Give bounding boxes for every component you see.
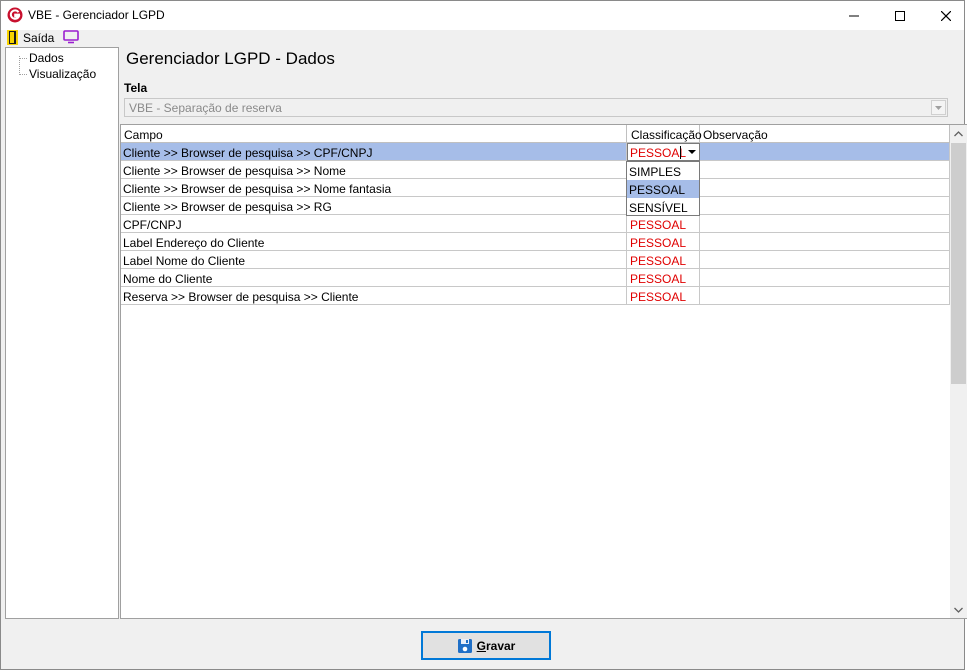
column-header-observacao[interactable]: Observação <box>700 125 950 143</box>
text-caret <box>680 146 681 159</box>
cell-observacao[interactable] <box>700 251 950 269</box>
cell-campo[interactable]: Label Endereço do Cliente <box>121 233 627 251</box>
cell-classificacao[interactable]: PESSOAL <box>627 215 700 233</box>
cell-observacao[interactable] <box>700 179 950 197</box>
dropdown-option-sensivel[interactable]: SENSÍVEL <box>627 198 699 216</box>
table-row[interactable]: Cliente >> Browser de pesquisa >> Nome <box>121 161 950 179</box>
table-row[interactable]: CPF/CNPJ PESSOAL <box>121 215 950 233</box>
page-title: Gerenciador LGPD - Dados <box>126 49 335 68</box>
chevron-down-icon <box>687 150 696 154</box>
tree-item-visualizacao[interactable]: Visualização <box>19 67 115 81</box>
fields-grid[interactable]: Campo Classificação Observação Cliente >… <box>120 124 967 619</box>
cell-campo[interactable]: Reserva >> Browser de pesquisa >> Client… <box>121 287 627 305</box>
table-row[interactable]: Label Nome do Cliente PESSOAL <box>121 251 950 269</box>
classification-combo-value: PESSOAL <box>630 146 687 160</box>
cell-campo[interactable]: Cliente >> Browser de pesquisa >> Nome f… <box>121 179 627 197</box>
cell-observacao[interactable] <box>700 197 950 215</box>
maximize-button[interactable] <box>877 1 923 30</box>
grid-header: Campo Classificação Observação <box>121 125 950 143</box>
door-exit-icon[interactable] <box>7 30 18 45</box>
chevron-up-icon <box>954 130 963 136</box>
close-icon <box>941 10 951 21</box>
column-header-classificacao[interactable]: Classificação <box>627 125 702 143</box>
cell-classificacao[interactable]: PESSOAL <box>627 287 700 305</box>
tela-select-value: VBE - Separação de reserva <box>129 101 282 115</box>
cell-campo[interactable]: Cliente >> Browser de pesquisa >> Nome <box>121 161 627 179</box>
column-header-campo[interactable]: Campo <box>121 125 627 143</box>
tree-item-label: Visualização <box>29 67 97 81</box>
table-row[interactable]: Label Endereço do Cliente PESSOAL <box>121 233 950 251</box>
minimize-icon <box>849 15 859 16</box>
floppy-disk-icon <box>457 638 472 653</box>
cell-campo[interactable]: Nome do Cliente <box>121 269 627 287</box>
dropdown-option-simples[interactable]: SIMPLES <box>627 162 699 180</box>
tree-item-label: Dados <box>29 51 64 65</box>
chevron-down-icon <box>954 607 963 613</box>
cell-observacao[interactable] <box>700 269 950 287</box>
tela-select[interactable]: VBE - Separação de reserva <box>124 98 948 117</box>
app-window: VBE - Gerenciador LGPD Saída Dados Visua… <box>0 0 967 670</box>
scroll-thumb[interactable] <box>951 143 966 384</box>
window-title: VBE - Gerenciador LGPD <box>28 8 165 22</box>
scroll-down-button[interactable] <box>950 601 967 618</box>
cell-campo[interactable]: Label Nome do Cliente <box>121 251 627 269</box>
table-row[interactable]: Nome do Cliente PESSOAL <box>121 269 950 287</box>
cell-observacao[interactable] <box>700 215 950 233</box>
cell-campo[interactable]: Cliente >> Browser de pesquisa >> RG <box>121 197 627 215</box>
tree-item-dados[interactable]: Dados <box>19 51 115 65</box>
scroll-up-button[interactable] <box>950 125 967 142</box>
cell-campo[interactable]: Cliente >> Browser de pesquisa >> CPF/CN… <box>121 143 627 161</box>
table-row[interactable]: Cliente >> Browser de pesquisa >> RG <box>121 197 950 215</box>
app-logo-icon <box>7 7 23 23</box>
chevron-down-icon <box>935 105 942 110</box>
classification-dropdown-list[interactable]: SIMPLES PESSOAL SENSÍVEL <box>626 161 700 216</box>
maximize-icon <box>895 10 905 21</box>
tela-dropdown-button[interactable] <box>931 100 946 115</box>
table-row[interactable]: Cliente >> Browser de pesquisa >> CPF/CN… <box>121 143 950 161</box>
minimize-button[interactable] <box>831 1 877 30</box>
save-button[interactable]: Gravar <box>421 631 551 660</box>
cell-observacao[interactable] <box>700 287 950 305</box>
table-row[interactable]: Cliente >> Browser de pesquisa >> Nome f… <box>121 179 950 197</box>
cell-observacao[interactable] <box>700 233 950 251</box>
classification-dropdown-button[interactable] <box>684 144 699 160</box>
close-button[interactable] <box>923 1 969 30</box>
grid-vertical-scrollbar[interactable] <box>950 125 967 618</box>
cell-classificacao[interactable]: PESSOAL <box>627 233 700 251</box>
cell-campo[interactable]: CPF/CNPJ <box>121 215 627 233</box>
table-row[interactable]: Reserva >> Browser de pesquisa >> Client… <box>121 287 950 305</box>
cell-classificacao[interactable]: PESSOAL <box>627 269 700 287</box>
tree-branch-line <box>19 74 27 75</box>
save-button-label: Gravar <box>476 638 516 653</box>
classification-combo[interactable]: PESSOAL <box>627 143 700 161</box>
tela-label: Tela <box>124 81 148 95</box>
cell-observacao[interactable] <box>700 143 950 161</box>
title-bar: VBE - Gerenciador LGPD <box>1 1 964 30</box>
cell-classificacao[interactable]: PESSOAL <box>627 251 700 269</box>
tree-branch-line <box>19 58 27 59</box>
dropdown-option-pessoal[interactable]: PESSOAL <box>627 180 699 198</box>
cell-observacao[interactable] <box>700 161 950 179</box>
exit-menu-item[interactable]: Saída <box>23 31 54 45</box>
navigation-tree: Dados Visualização <box>5 47 119 619</box>
monitor-icon[interactable] <box>63 30 79 44</box>
menu-bar: Saída <box>1 30 964 46</box>
